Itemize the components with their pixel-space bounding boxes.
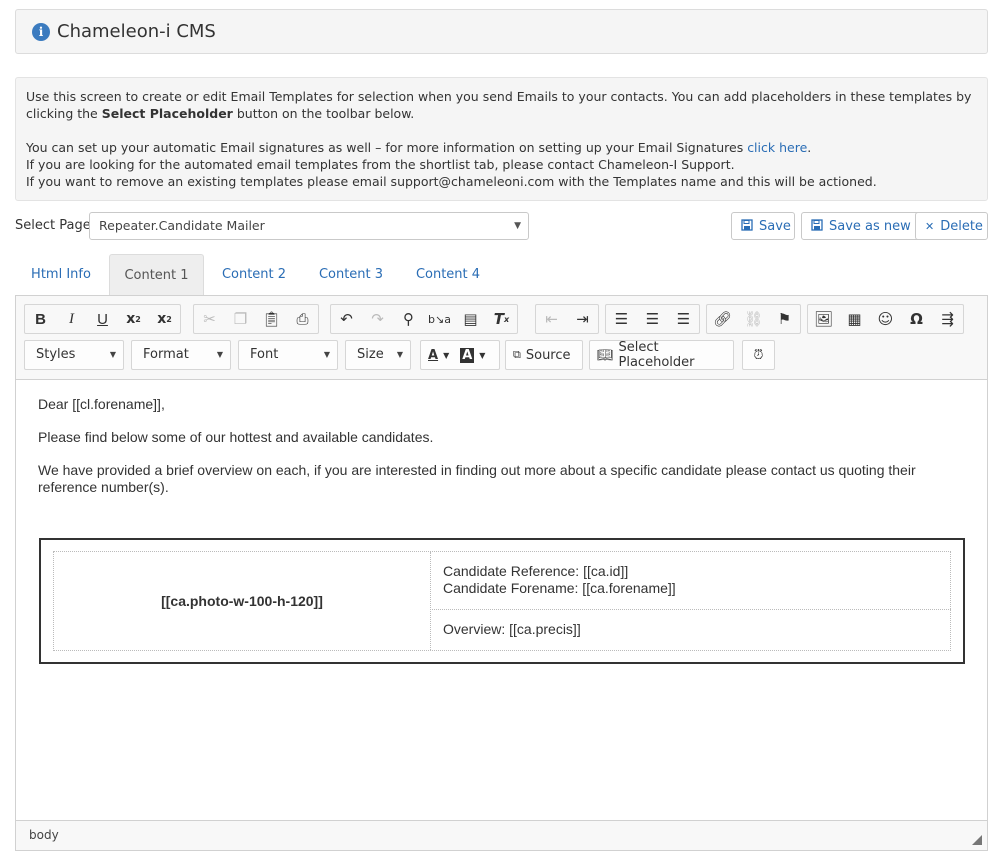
align-group: ☰ ☰ ☰ (605, 304, 700, 334)
info-icon: i (32, 22, 50, 41)
bold-icon[interactable]: B (25, 305, 56, 333)
greeting-text: Dear [[cl.forename]], (38, 396, 165, 412)
insert-group: 🖼︎ ▦ ☺ Ω ⇶ (807, 304, 964, 334)
app-header: i Chameleon-i CMS (15, 9, 988, 54)
tab-content-1[interactable]: Content 1 (109, 254, 204, 296)
basic-styles-group: B I U x2 x2 (24, 304, 181, 334)
tab-content-3[interactable]: Content 3 (305, 254, 397, 296)
styles-dropdown[interactable]: Styles ▼ (24, 340, 124, 370)
text-color-icon: A (428, 347, 439, 363)
source-button[interactable]: ⧉ Source (505, 340, 583, 370)
info-text: If you are looking for the automated ema… (26, 157, 735, 172)
clipboard-group: ✂ ❐ 📋︎ ⎙ (193, 304, 319, 334)
element-path[interactable]: body (29, 828, 59, 842)
page-title: Chameleon-i CMS (57, 21, 216, 42)
candidate-forename: Candidate Forename: [[ca.forename]] (443, 580, 676, 596)
page-break-icon[interactable]: ⇶ (932, 305, 963, 333)
edit-group: ↶ ↷ ⚲ b↘a ▤ Tx (330, 304, 518, 334)
select-placeholder-button[interactable]: 📖︎ Select Placeholder (589, 340, 734, 370)
select-all-icon[interactable]: ▤ (455, 305, 486, 333)
align-right-icon[interactable]: ☰ (668, 305, 699, 333)
body-paragraph: Please find below some of our hottest an… (38, 429, 434, 445)
close-icon: ✕ (925, 219, 935, 233)
overview-cell[interactable]: Overview: [[ca.precis]] (432, 610, 951, 650)
special-char-icon[interactable]: Ω (901, 305, 932, 333)
book-icon: 📖︎ (597, 347, 614, 363)
smiley-icon[interactable]: ☺ (870, 305, 901, 333)
info-panel: Use this screen to create or edit Email … (15, 77, 988, 201)
tab-html-info[interactable]: Html Info (15, 254, 107, 296)
content-tabs: Html Info Content 1 Content 2 Content 3 … (15, 254, 988, 296)
outdent-icon[interactable]: ⇤ (536, 305, 567, 333)
tab-content-4[interactable]: Content 4 (402, 254, 494, 296)
align-center-icon[interactable]: ☰ (637, 305, 668, 333)
candidate-reference: Candidate Reference: [[ca.id]] (443, 563, 629, 579)
info-text: clicking the Select Placeholder button o… (26, 106, 415, 121)
indent-icon[interactable]: ⇥ (567, 305, 598, 333)
candidate-table: [[ca.photo-w-100-h-120]] Candidate Refer… (39, 538, 965, 664)
save-as-new-button[interactable]: Save as new (801, 212, 925, 240)
delete-button[interactable]: ✕ Delete (915, 212, 988, 240)
link-icon[interactable]: 🔗︎ (707, 305, 738, 333)
subscript-icon[interactable]: x2 (118, 305, 149, 333)
indent-group: ⇤ ⇥ (535, 304, 599, 334)
anchor-flag-icon[interactable]: ⚑ (769, 305, 800, 333)
font-dropdown[interactable]: Font ▼ (238, 340, 338, 370)
info-text: Use this screen to create or edit Email … (26, 89, 972, 104)
italic-icon[interactable]: I (56, 305, 87, 333)
remove-format-icon[interactable]: Tx (486, 305, 517, 333)
alarm-clock-button[interactable]: ⏰︎ (742, 340, 775, 370)
cut-icon[interactable]: ✂ (194, 305, 225, 333)
link-group: 🔗︎ ⛓ ⚑ (706, 304, 801, 334)
size-dropdown[interactable]: Size ▼ (345, 340, 411, 370)
copy-icon[interactable]: ❐ (225, 305, 256, 333)
unlink-icon[interactable]: ⛓ (738, 305, 769, 333)
select-page-dropdown[interactable]: Repeater.Candidate Mailer ▼ (89, 212, 529, 240)
editor-content[interactable]: Dear [[cl.forename]], Please find below … (38, 396, 968, 512)
editor-statusbar: body (16, 820, 987, 850)
find-icon[interactable]: ⚲ (393, 305, 424, 333)
info-text: If you want to remove an existing templa… (26, 174, 877, 189)
save-button[interactable]: Save (731, 212, 795, 240)
replace-icon[interactable]: b↘a (424, 305, 455, 333)
resize-handle-icon[interactable] (972, 835, 982, 845)
underline-icon[interactable]: U (87, 305, 118, 333)
photo-cell[interactable]: [[ca.photo-w-100-h-120]] (54, 552, 431, 650)
text-color-button[interactable]: A ▼ A ▼ (420, 340, 500, 370)
alarm-clock-icon: ⏰︎ (753, 347, 764, 363)
select-page-label: Select Page (15, 218, 91, 233)
caret-down-icon: ▼ (514, 221, 521, 231)
image-icon[interactable]: 🖼︎ (808, 305, 839, 333)
select-page-row: Select Page Repeater.Candidate Mailer ▼ … (15, 212, 988, 240)
info-text: You can set up your automatic Email sign… (26, 140, 812, 155)
paste-icon[interactable]: 📋︎ (256, 305, 287, 333)
tab-content-2[interactable]: Content 2 (208, 254, 300, 296)
undo-icon[interactable]: ↶ (331, 305, 362, 333)
align-left-icon[interactable]: ☰ (606, 305, 637, 333)
table-icon[interactable]: ▦ (839, 305, 870, 333)
caret-down-icon: ▼ (396, 350, 403, 359)
click-here-link[interactable]: click here (747, 140, 807, 155)
editor-toolbar: B I U x2 x2 ✂ ❐ 📋︎ ⎙ ↶ ↷ ⚲ b↘a ▤ Tx ⇤ ⇥ … (16, 296, 987, 380)
print-icon[interactable]: ⎙ (287, 305, 318, 333)
candidate-inner-table: [[ca.photo-w-100-h-120]] Candidate Refer… (53, 551, 951, 651)
floppy-icon (811, 218, 823, 234)
redo-icon[interactable]: ↷ (362, 305, 393, 333)
caret-down-icon: ▼ (216, 350, 223, 359)
bg-color-icon: A (460, 347, 475, 363)
source-icon: ⧉ (513, 348, 521, 361)
caret-down-icon: ▼ (109, 350, 116, 359)
rich-text-editor: B I U x2 x2 ✂ ❐ 📋︎ ⎙ ↶ ↷ ⚲ b↘a ▤ Tx ⇤ ⇥ … (15, 295, 988, 851)
caret-down-icon: ▼ (323, 350, 330, 359)
superscript-icon[interactable]: x2 (149, 305, 180, 333)
floppy-icon (741, 218, 753, 234)
body-paragraph: We have provided a brief overview on eac… (38, 462, 916, 495)
format-dropdown[interactable]: Format ▼ (131, 340, 231, 370)
reference-cell[interactable]: Candidate Reference: [[ca.id]] Candidate… (432, 552, 951, 610)
